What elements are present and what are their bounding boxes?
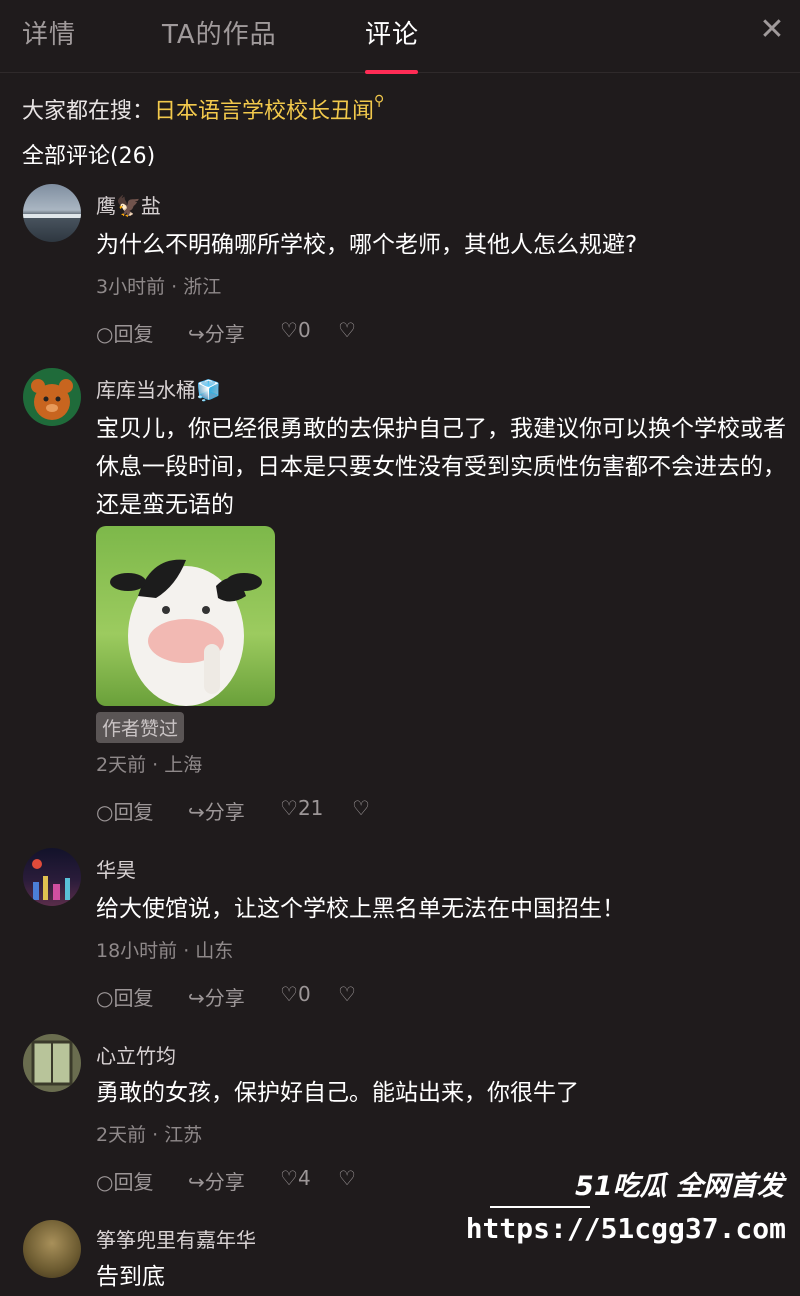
search-term-link[interactable]: 日本语言学校校长丑闻 xyxy=(154,99,374,124)
reply-icon: ○ xyxy=(96,322,114,346)
dislike-button[interactable]: ♡ xyxy=(338,318,356,342)
reply-icon: ○ xyxy=(96,1170,114,1194)
watermark-divider xyxy=(490,1206,590,1208)
share-button[interactable]: ↪分享 xyxy=(188,1166,245,1195)
username[interactable]: 心立竹均 xyxy=(96,1040,176,1069)
reply-icon: ○ xyxy=(96,986,114,1010)
city-night-image xyxy=(32,859,70,900)
author-liked-badge: 作者赞过 xyxy=(96,712,185,743)
share-button[interactable]: ↪分享 xyxy=(188,318,245,347)
dislike-button[interactable]: ♡ xyxy=(338,982,356,1006)
window-frame-image xyxy=(31,1040,73,1086)
sticker-image[interactable] xyxy=(96,526,275,706)
comment-text: 为什么不明确哪所学校，哪个老师，其他人怎么规避? xyxy=(96,232,638,258)
comments-count: 全部评论(26) xyxy=(22,144,156,169)
reply-button[interactable]: ○回复 xyxy=(96,1166,153,1195)
tab-bar: 详情 TA的作品 评论 ✕ xyxy=(0,0,800,74)
share-icon: ↪ xyxy=(188,800,205,824)
heart-icon: ♡ xyxy=(280,1166,298,1190)
reply-button[interactable]: ○回复 xyxy=(96,982,153,1011)
close-icon[interactable]: ✕ xyxy=(754,12,790,48)
active-tab-indicator xyxy=(365,70,418,74)
watermark: 51吃瓜 全网首发 https://51cgg37.com xyxy=(466,1162,790,1282)
share-icon: ↪ xyxy=(188,1170,205,1194)
reply-button[interactable]: ○回复 xyxy=(96,318,153,347)
dislike-button[interactable]: ♡ xyxy=(338,1166,356,1190)
share-button[interactable]: ↪分享 xyxy=(188,982,245,1011)
comment-meta: 2天前 · 上海 xyxy=(96,754,203,776)
comment-text: 勇敢的女孩，保护好自己。能站出来，你很牛了 xyxy=(96,1080,579,1106)
tab-comments[interactable]: 评论 xyxy=(365,14,419,51)
reply-button[interactable]: ○回复 xyxy=(96,796,153,825)
watermark-url: https://51cgg37.com xyxy=(465,1212,786,1245)
like-button[interactable]: ♡21 xyxy=(280,796,323,820)
search-prefix: 大家都在搜： xyxy=(22,99,155,124)
comment-meta: 18小时前 · 山东 xyxy=(96,940,234,962)
broken-heart-icon: ♡ xyxy=(338,982,356,1006)
cow-sticker xyxy=(110,559,262,706)
like-button[interactable]: ♡0 xyxy=(280,982,311,1006)
avatar[interactable] xyxy=(23,1220,81,1278)
comment-text: 给大使馆说，让这个学校上黑名单无法在中国招生！ xyxy=(96,896,625,922)
watermark-brand: 51吃瓜 全网首发 xyxy=(575,1171,784,1202)
reply-icon: ○ xyxy=(96,800,114,824)
bear-avatar-image xyxy=(31,379,73,420)
heart-icon: ♡ xyxy=(280,796,298,820)
heart-icon: ♡ xyxy=(280,982,298,1006)
username[interactable]: 库库当水桶🧊 xyxy=(96,374,221,403)
avatar[interactable] xyxy=(23,184,81,242)
avatar[interactable] xyxy=(23,1034,81,1092)
share-icon: ↪ xyxy=(188,322,205,346)
lake-image xyxy=(23,214,81,218)
username[interactable]: 筝筝兜里有嘉年华 xyxy=(96,1224,256,1253)
comment-meta: 2天前 · 江苏 xyxy=(96,1124,203,1146)
like-button[interactable]: ♡4 xyxy=(280,1166,311,1190)
comment-text: 宝贝儿，你已经很勇敢的去保护自己了，我建议你可以换个学校或者休息一段时间，日本是… xyxy=(96,416,786,518)
tab-details[interactable]: 详情 xyxy=(22,14,76,51)
tab-works[interactable]: TA的作品 xyxy=(162,14,277,51)
share-icon: ↪ xyxy=(188,986,205,1010)
broken-heart-icon: ♡ xyxy=(338,318,356,342)
search-icon: ⚲ xyxy=(374,93,385,109)
like-button[interactable]: ♡0 xyxy=(280,318,311,342)
heart-icon: ♡ xyxy=(280,318,298,342)
broken-heart-icon: ♡ xyxy=(352,796,370,820)
username[interactable]: 华昊 xyxy=(96,854,136,883)
avatar[interactable] xyxy=(23,848,81,906)
broken-heart-icon: ♡ xyxy=(338,1166,356,1190)
search-suggestion[interactable]: 大家都在搜：日本语言学校校长丑闻⚲ xyxy=(22,93,384,125)
username[interactable]: 鹰🦅盐 xyxy=(96,190,161,219)
share-button[interactable]: ↪分享 xyxy=(188,796,245,825)
dislike-button[interactable]: ♡ xyxy=(352,796,370,820)
comment-meta: 3小时前 · 浙江 xyxy=(96,276,222,298)
avatar[interactable] xyxy=(23,368,81,426)
